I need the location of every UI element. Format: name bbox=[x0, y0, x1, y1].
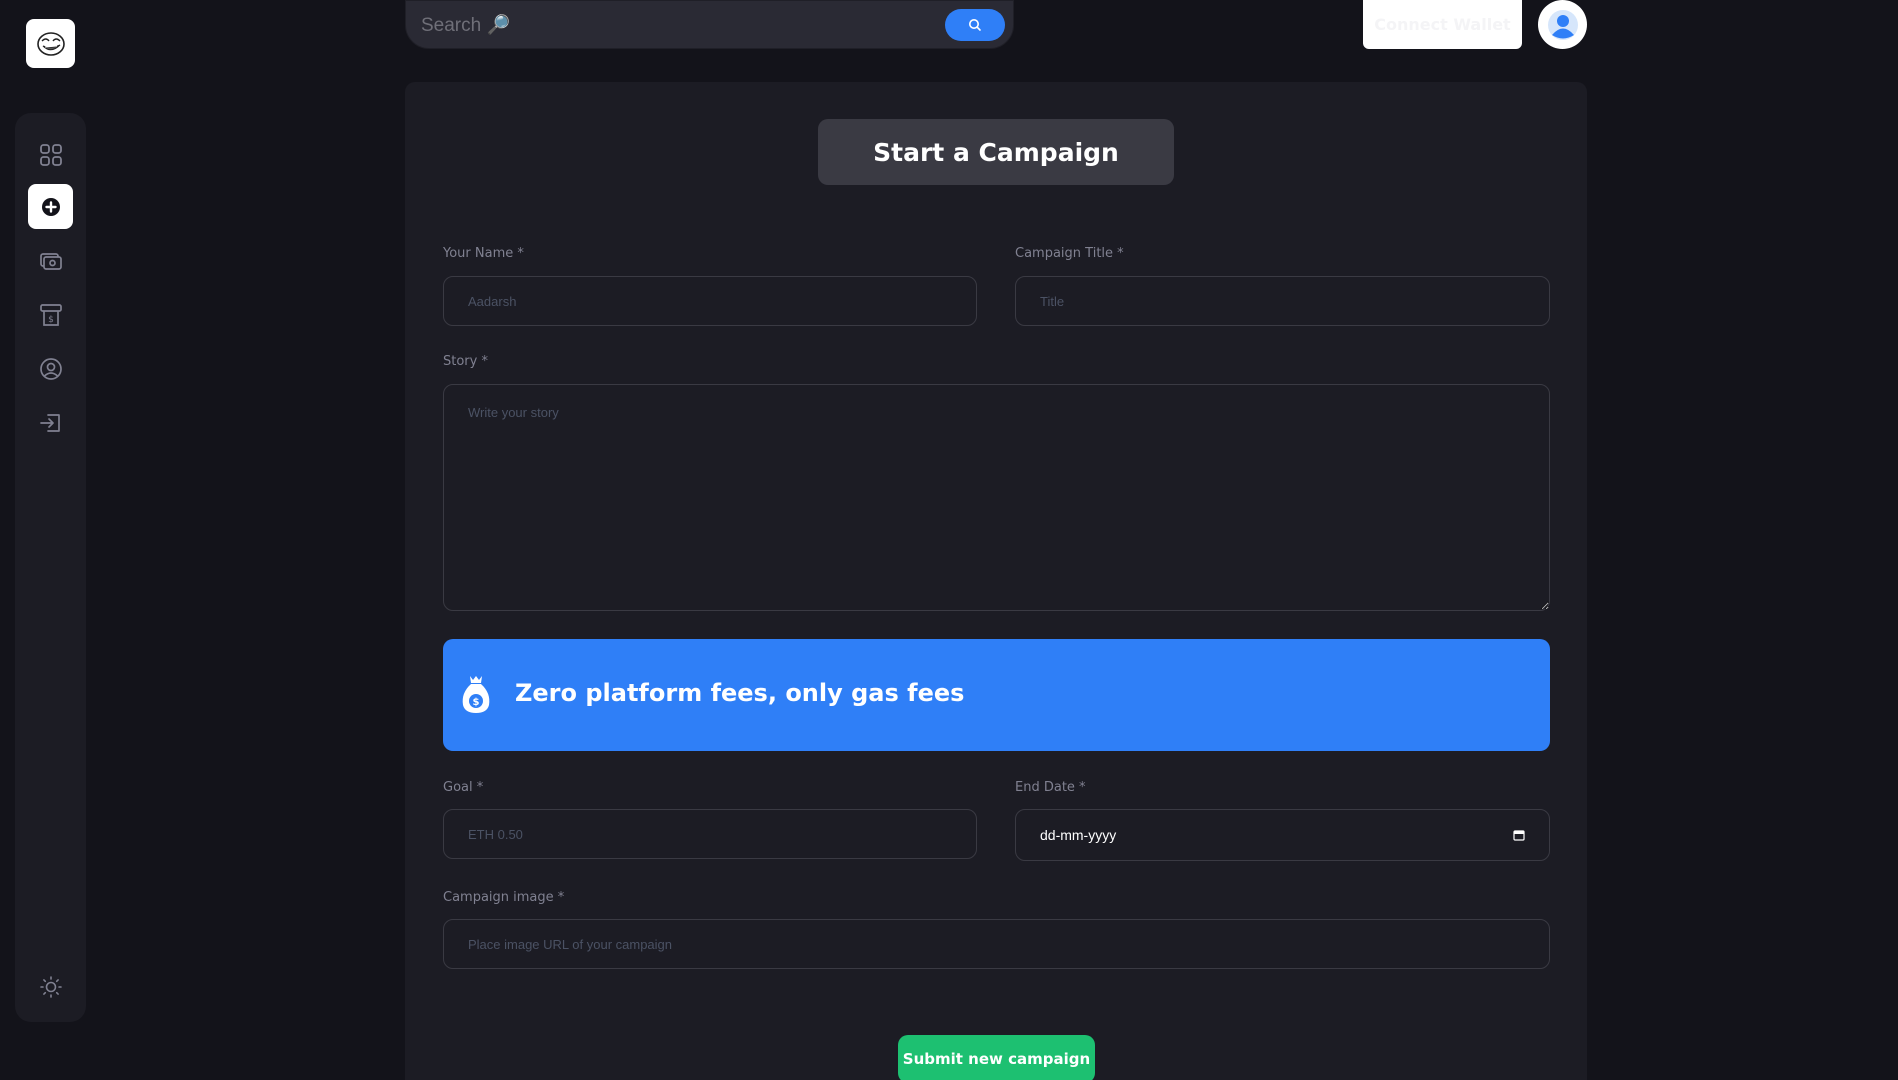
submit-campaign-button[interactable]: Submit new campaign bbox=[898, 1035, 1095, 1080]
app-root: $ Search 🔎 Connect Wallet Start a Campai… bbox=[0, 0, 1898, 1080]
svg-text:$: $ bbox=[473, 697, 480, 708]
calendar-icon[interactable] bbox=[1513, 829, 1525, 841]
campaign-image-field[interactable] bbox=[443, 919, 1550, 969]
page-title: Start a Campaign bbox=[818, 119, 1174, 185]
search-icon bbox=[969, 19, 981, 31]
app-logo[interactable] bbox=[26, 19, 75, 68]
sidebar-item-dashboard[interactable] bbox=[28, 132, 73, 177]
end-date-label: End Date * bbox=[1015, 780, 1086, 795]
goal-label: Goal * bbox=[443, 780, 484, 795]
profile-icon bbox=[39, 357, 62, 380]
logout-icon bbox=[39, 413, 60, 432]
withdraw-icon: $ bbox=[39, 303, 62, 326]
sun-icon bbox=[39, 975, 62, 998]
connect-wallet-button[interactable]: Connect Wallet bbox=[1363, 0, 1522, 49]
end-date-value: dd-mm-yyyy bbox=[1040, 827, 1117, 843]
end-date-field[interactable]: dd-mm-yyyy bbox=[1015, 809, 1550, 861]
sidebar-item-profile[interactable] bbox=[28, 346, 73, 391]
user-avatar-icon bbox=[1547, 9, 1578, 40]
theme-toggle-button[interactable] bbox=[28, 964, 73, 1009]
create-campaign-icon bbox=[41, 197, 60, 216]
campaign-image-label: Campaign image * bbox=[443, 890, 565, 905]
dashboard-icon bbox=[39, 143, 62, 166]
name-label: Your Name * bbox=[443, 246, 524, 261]
avatar[interactable] bbox=[1538, 0, 1587, 49]
sidebar-item-logout[interactable] bbox=[28, 400, 73, 445]
troll-face-icon bbox=[36, 31, 65, 56]
story-field[interactable] bbox=[443, 384, 1550, 611]
campaign-title-label: Campaign Title * bbox=[1015, 246, 1124, 261]
goal-field[interactable] bbox=[443, 809, 977, 859]
story-label: Story * bbox=[443, 354, 488, 369]
payment-icon bbox=[39, 252, 62, 270]
sidebar-item-payment[interactable] bbox=[28, 238, 73, 283]
svg-text:$: $ bbox=[48, 315, 54, 325]
sidebar-item-withdraw[interactable]: $ bbox=[28, 292, 73, 337]
fees-banner: $ Zero platform fees, only gas fees bbox=[443, 639, 1550, 751]
campaign-title-field[interactable] bbox=[1015, 276, 1550, 326]
name-field[interactable] bbox=[443, 276, 977, 326]
search-button[interactable] bbox=[945, 9, 1005, 41]
search-input[interactable]: Search 🔎 bbox=[421, 13, 510, 37]
money-bag-icon: $ bbox=[462, 676, 490, 713]
search-bar[interactable]: Search 🔎 bbox=[405, 0, 1014, 49]
sidebar-item-create-campaign[interactable] bbox=[28, 184, 73, 229]
sidebar: $ bbox=[15, 113, 86, 1022]
campaign-form-card: Start a Campaign Your Name * Campaign Ti… bbox=[405, 82, 1587, 1080]
banner-text: Zero platform fees, only gas fees bbox=[515, 679, 965, 707]
